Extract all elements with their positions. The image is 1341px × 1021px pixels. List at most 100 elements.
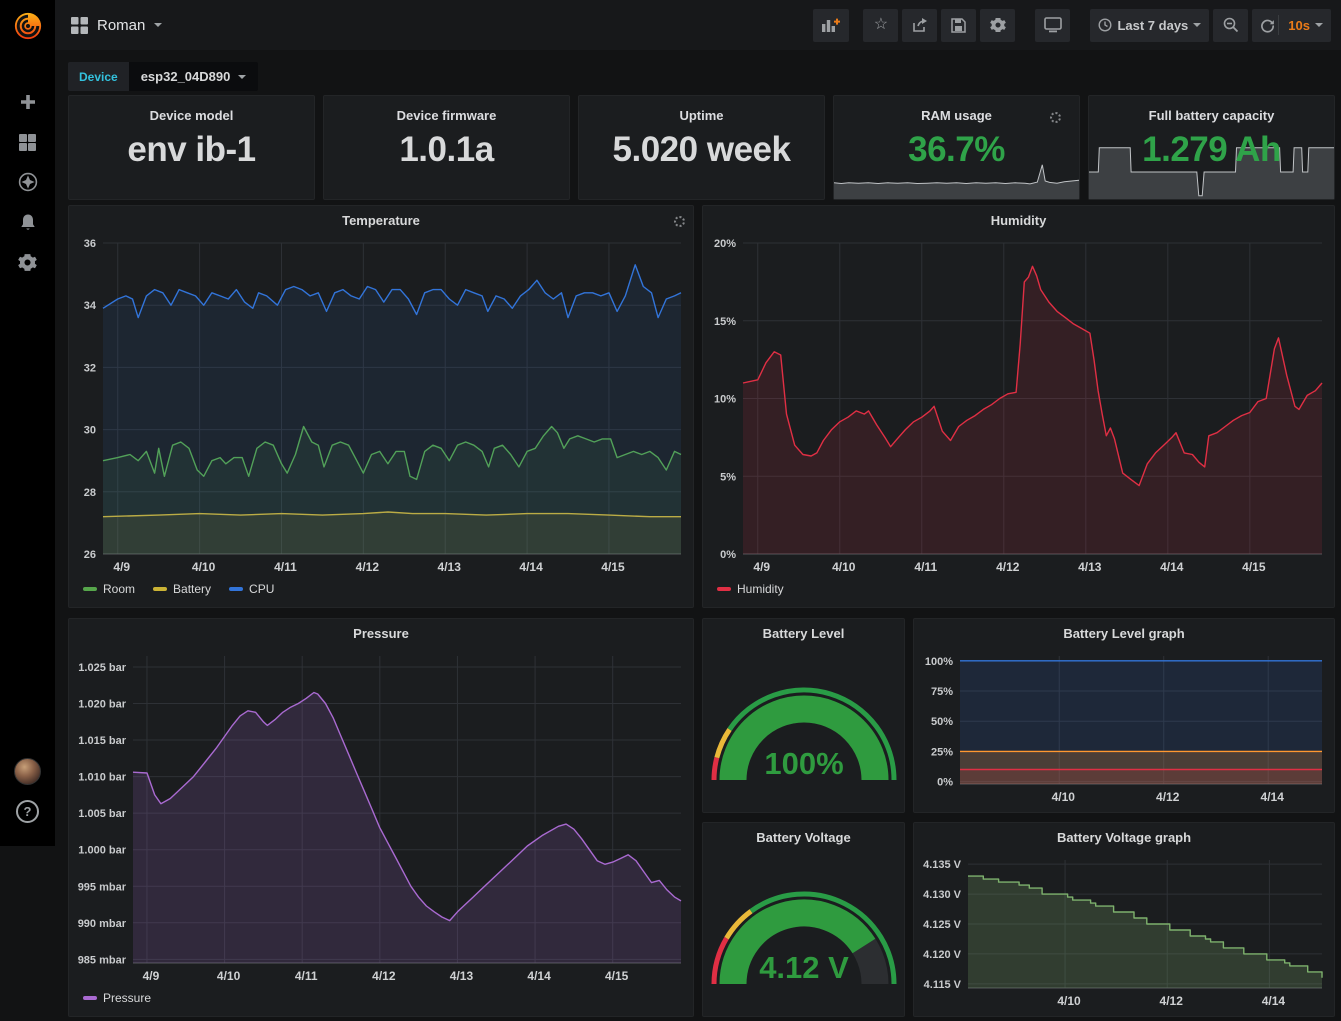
star-button[interactable]: ☆ — [863, 9, 898, 42]
svg-text:4/10: 4/10 — [217, 969, 241, 983]
user-avatar[interactable] — [0, 758, 55, 785]
svg-text:4.120 V: 4.120 V — [923, 949, 962, 961]
variable-label: Device — [68, 62, 129, 91]
svg-text:1.015 bar: 1.015 bar — [78, 735, 126, 747]
legend-swatch — [717, 587, 731, 591]
dashboard-settings-button[interactable] — [980, 9, 1015, 42]
add-panel-button[interactable] — [813, 9, 849, 42]
svg-text:100%: 100% — [764, 746, 843, 781]
create-icon[interactable] — [0, 82, 55, 122]
template-variables-row: Device esp32_04D890 — [68, 62, 258, 91]
svg-text:4/10: 4/10 — [1052, 790, 1076, 804]
svg-text:10%: 10% — [714, 394, 736, 406]
grafana-logo[interactable] — [0, 0, 55, 52]
legend-label: Room — [103, 582, 135, 596]
pressure-chart[interactable]: 985 mbar990 mbar995 mbar1.000 bar1.005 b… — [69, 646, 693, 987]
stat-title: Device model — [69, 108, 314, 123]
panel-temperature: Temperature 2628303234364/94/104/114/124… — [68, 205, 694, 608]
svg-text:25%: 25% — [931, 746, 953, 758]
svg-text:4.12 V: 4.12 V — [759, 950, 849, 985]
panel-title[interactable]: Battery Level — [703, 619, 904, 646]
svg-text:34: 34 — [84, 300, 97, 312]
legend-item[interactable]: Humidity — [717, 582, 784, 596]
caret-down-icon — [1315, 23, 1323, 31]
stat-value: env ib-1 — [69, 132, 314, 169]
configuration-icon[interactable] — [0, 242, 55, 282]
legend-item[interactable]: Room — [83, 582, 135, 596]
legend-item[interactable]: CPU — [229, 582, 274, 596]
caret-down-icon — [238, 75, 246, 83]
svg-text:4/14: 4/14 — [1160, 560, 1184, 574]
explore-icon[interactable] — [0, 162, 55, 202]
svg-text:990 mbar: 990 mbar — [78, 918, 127, 930]
svg-text:30: 30 — [84, 425, 96, 437]
chart-svg: 2628303234364/94/104/114/124/134/144/15 — [69, 233, 693, 578]
refresh-icon — [1260, 18, 1275, 33]
zoom-out-button[interactable] — [1213, 9, 1248, 42]
battery-voltage-chart[interactable]: 4.115 V4.120 V4.125 V4.130 V4.135 V4/104… — [914, 850, 1334, 1012]
panel-title[interactable]: Battery Level graph — [914, 619, 1334, 646]
dashboard-title-button[interactable]: Roman — [71, 17, 162, 34]
humidity-legend: Humidity — [703, 578, 1334, 600]
svg-text:4/13: 4/13 — [1078, 560, 1102, 574]
svg-text:4.125 V: 4.125 V — [923, 919, 962, 931]
svg-text:4/9: 4/9 — [143, 969, 160, 983]
legend-label: CPU — [249, 582, 274, 596]
svg-text:4/12: 4/12 — [996, 560, 1020, 574]
legend-item[interactable]: Battery — [153, 582, 211, 596]
svg-text:1.005 bar: 1.005 bar — [78, 808, 126, 820]
temperature-chart[interactable]: 2628303234364/94/104/114/124/134/144/15 — [69, 233, 693, 578]
time-range-label: Last 7 days — [1117, 18, 1188, 33]
svg-text:75%: 75% — [931, 686, 953, 698]
svg-text:985 mbar: 985 mbar — [78, 954, 127, 966]
panel-title[interactable]: Temperature — [69, 206, 693, 233]
panel-title[interactable]: Battery Voltage graph — [914, 823, 1334, 850]
gauge-svg: 100% — [704, 650, 904, 802]
device-variable-dropdown[interactable]: esp32_04D890 — [129, 62, 259, 91]
share-icon — [912, 18, 928, 33]
save-icon — [951, 18, 966, 33]
save-button[interactable] — [941, 9, 976, 42]
alerting-icon[interactable] — [0, 202, 55, 242]
svg-text:5%: 5% — [720, 471, 736, 483]
panel-battery-capacity: Full battery capacity 1.279 Ah — [1088, 95, 1335, 200]
svg-text:0%: 0% — [720, 549, 736, 561]
dashboard-grid-icon — [71, 17, 88, 34]
svg-text:1.020 bar: 1.020 bar — [78, 699, 126, 711]
svg-text:4/15: 4/15 — [601, 560, 625, 574]
battery-level-chart[interactable]: 0%25%50%75%100%4/104/124/14 — [914, 646, 1334, 808]
help-icon[interactable]: ? — [0, 800, 55, 823]
panel-humidity: Humidity 0%5%10%15%20%4/94/104/114/124/1… — [702, 205, 1335, 608]
settings-icon — [990, 17, 1006, 33]
dashboard-title: Roman — [97, 17, 145, 34]
stat-title: Uptime — [579, 108, 824, 123]
star-icon: ☆ — [874, 17, 888, 33]
panel-title[interactable]: Humidity — [703, 206, 1334, 233]
legend-label: Pressure — [103, 991, 151, 1005]
panel-title[interactable]: Battery Voltage — [703, 823, 904, 850]
chart-svg: 0%25%50%75%100%4/104/124/14 — [914, 646, 1334, 808]
dashboards-icon[interactable] — [0, 122, 55, 162]
humidity-chart[interactable]: 0%5%10%15%20%4/94/104/114/124/134/144/15 — [703, 233, 1334, 578]
pressure-legend: Pressure — [69, 987, 693, 1009]
battery-level-gauge: 100% — [703, 650, 904, 802]
legend-item[interactable]: Pressure — [83, 991, 151, 1005]
tv-mode-button[interactable] — [1035, 9, 1070, 42]
add-panel-icon — [821, 17, 841, 33]
chart-svg: 4.115 V4.120 V4.125 V4.130 V4.135 V4/104… — [914, 850, 1334, 1012]
share-button[interactable] — [902, 9, 937, 42]
svg-text:4/9: 4/9 — [753, 560, 770, 574]
refresh-button[interactable]: 10s — [1252, 9, 1331, 42]
svg-text:4.135 V: 4.135 V — [923, 859, 962, 871]
panel-title[interactable]: Pressure — [69, 619, 693, 646]
panel-battery-level-graph: Battery Level graph 0%25%50%75%100%4/104… — [913, 618, 1335, 813]
time-range-picker[interactable]: Last 7 days — [1090, 9, 1209, 42]
stat-title: RAM usage — [834, 108, 1079, 123]
svg-text:1.025 bar: 1.025 bar — [78, 662, 126, 674]
caret-down-icon — [154, 23, 162, 31]
legend-swatch — [83, 996, 97, 1000]
zoom-out-icon — [1223, 17, 1239, 33]
legend-label: Humidity — [737, 582, 784, 596]
svg-text:1.000 bar: 1.000 bar — [78, 845, 126, 857]
stat-title: Device firmware — [324, 108, 569, 123]
